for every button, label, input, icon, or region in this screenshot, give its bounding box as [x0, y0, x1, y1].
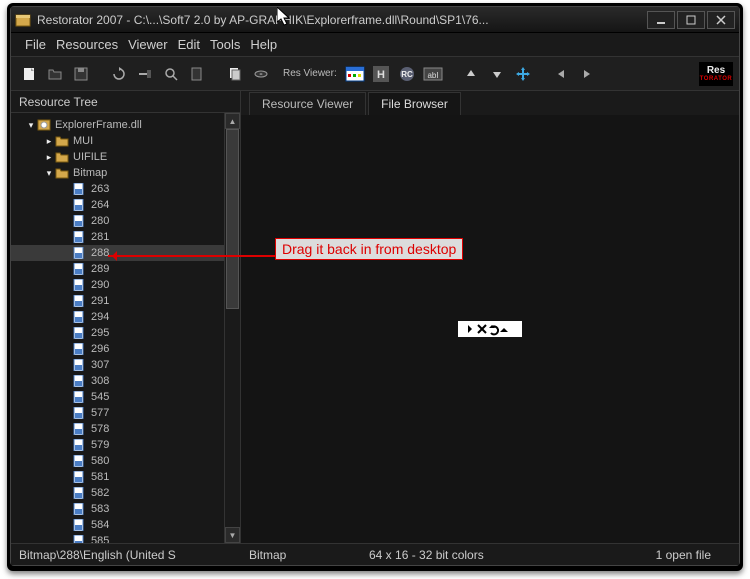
move-icon[interactable] [511, 62, 535, 86]
tree-bitmap-578[interactable]: 578 [11, 421, 224, 437]
status-type: Bitmap [249, 548, 349, 562]
tree-bitmap-545[interactable]: 545 [11, 389, 224, 405]
status-path: Bitmap\288\English (United S [19, 548, 229, 562]
tree-bitmap-289[interactable]: 289 [11, 261, 224, 277]
tree-bitmap-294[interactable]: 294 [11, 309, 224, 325]
tree-bitmap-281[interactable]: 281 [11, 229, 224, 245]
scroll-up-button[interactable]: ▲ [225, 113, 240, 129]
open-folder-icon[interactable] [43, 62, 67, 86]
tree-folder-bitmap[interactable]: ▾Bitmap [11, 165, 224, 181]
tree-bitmap-585[interactable]: 585 [11, 533, 224, 543]
tabs: Resource Viewer File Browser [241, 91, 739, 115]
minimize-button[interactable] [647, 11, 675, 29]
status-dimensions: 64 x 16 - 32 bit colors [369, 548, 484, 562]
toolbar: Res Viewer: H RC abI ResTORATOR [11, 57, 739, 91]
tree-bitmap-290[interactable]: 290 [11, 277, 224, 293]
save-icon[interactable] [69, 62, 93, 86]
resource-tree-title: Resource Tree [11, 91, 240, 113]
menu-edit[interactable]: Edit [178, 37, 200, 52]
next-icon[interactable] [575, 62, 599, 86]
sidebar: Resource Tree ▾ExplorerFrame.dll▸MUI▸UIF… [11, 91, 241, 543]
status-open-files: 1 open file [656, 548, 711, 562]
view-rc-icon[interactable]: RC [395, 62, 419, 86]
tree-bitmap-308[interactable]: 308 [11, 373, 224, 389]
copy-icon[interactable] [223, 62, 247, 86]
tree-bitmap-295[interactable]: 295 [11, 325, 224, 341]
refresh-icon[interactable] [107, 62, 131, 86]
scroll-thumb[interactable] [226, 129, 239, 309]
scroll-track[interactable] [225, 129, 240, 527]
tree-bitmap-582[interactable]: 582 [11, 485, 224, 501]
res-viewer-label: Res Viewer: [283, 68, 337, 79]
tree-bitmap-581[interactable]: 581 [11, 469, 224, 485]
restorator-logo: ResTORATOR [699, 62, 733, 86]
tree-bitmap-307[interactable]: 307 [11, 357, 224, 373]
new-file-icon[interactable] [17, 62, 41, 86]
close-button[interactable] [707, 11, 735, 29]
menu-file[interactable]: File [25, 37, 46, 52]
disc-icon[interactable] [249, 62, 273, 86]
tree-bitmap-288[interactable]: 288 [11, 245, 224, 261]
document-icon[interactable] [185, 62, 209, 86]
tree-bitmap-280[interactable]: 280 [11, 213, 224, 229]
maximize-button[interactable] [677, 11, 705, 29]
tree-folder-uifile[interactable]: ▸UIFILE [11, 149, 224, 165]
tool-icon[interactable] [133, 62, 157, 86]
svg-text:abI: abI [427, 71, 438, 80]
tree-bitmap-577[interactable]: 577 [11, 405, 224, 421]
search-icon[interactable] [159, 62, 183, 86]
tree-bitmap-263[interactable]: 263 [11, 181, 224, 197]
tab-resource-viewer[interactable]: Resource Viewer [249, 92, 366, 115]
tree-bitmap-580[interactable]: 580 [11, 453, 224, 469]
titlebar[interactable]: Restorator 2007 - C:\...\Soft7 2.0 by AP… [11, 7, 739, 33]
menu-resources[interactable]: Resources [56, 37, 118, 52]
app-window: Restorator 2007 - C:\...\Soft7 2.0 by AP… [10, 6, 740, 566]
tree-bitmap-583[interactable]: 583 [11, 501, 224, 517]
window-title: Restorator 2007 - C:\...\Soft7 2.0 by AP… [37, 13, 645, 27]
scroll-down-button[interactable]: ▼ [225, 527, 240, 543]
tree-scrollbar[interactable]: ▲ ▼ [224, 113, 240, 543]
menu-help[interactable]: Help [250, 37, 277, 52]
app-icon [15, 12, 31, 28]
svg-text:H: H [377, 69, 385, 81]
bitmap-preview [458, 321, 522, 337]
menu-tools[interactable]: Tools [210, 37, 240, 52]
tree-bitmap-579[interactable]: 579 [11, 437, 224, 453]
resource-tree[interactable]: ▾ExplorerFrame.dll▸MUI▸UIFILE▾Bitmap2632… [11, 113, 224, 543]
menu-viewer[interactable]: Viewer [128, 37, 168, 52]
resource-viewer-panel[interactable] [241, 115, 739, 543]
tree-folder-mui[interactable]: ▸MUI [11, 133, 224, 149]
tree-bitmap-296[interactable]: 296 [11, 341, 224, 357]
arrow-up-icon[interactable] [459, 62, 483, 86]
arrow-down-icon[interactable] [485, 62, 509, 86]
tree-bitmap-584[interactable]: 584 [11, 517, 224, 533]
statusbar: Bitmap\288\English (United S Bitmap 64 x… [11, 543, 739, 565]
tab-file-browser[interactable]: File Browser [368, 92, 461, 115]
menubar: File Resources Viewer Edit Tools Help [11, 33, 739, 57]
view-abi-icon[interactable]: abI [421, 62, 445, 86]
previous-icon[interactable] [549, 62, 573, 86]
view-h-icon[interactable]: H [369, 62, 393, 86]
tree-root[interactable]: ▾ExplorerFrame.dll [11, 117, 224, 133]
svg-text:RC: RC [401, 70, 413, 79]
view-window-icon[interactable] [343, 62, 367, 86]
tree-bitmap-291[interactable]: 291 [11, 293, 224, 309]
tree-bitmap-264[interactable]: 264 [11, 197, 224, 213]
